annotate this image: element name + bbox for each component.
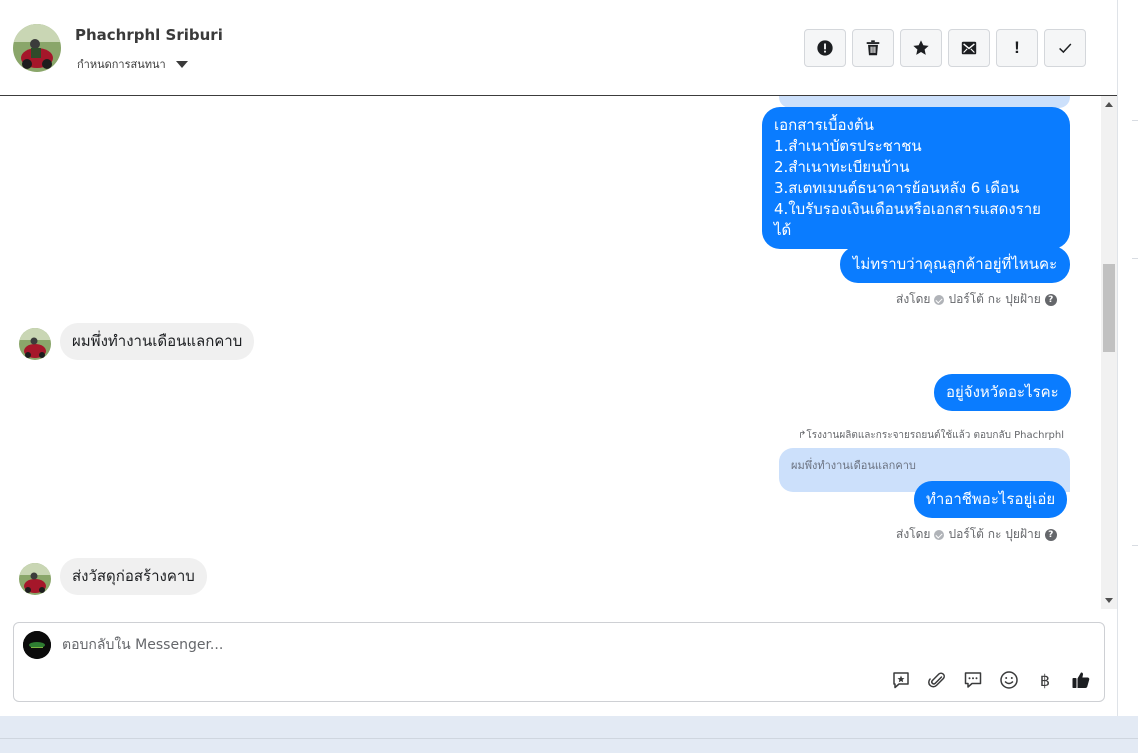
outgoing-message-documents[interactable]: เอกสารเบื้องต้น 1.สำเนาบัตรประชาชน 2.สำเ… (762, 107, 1070, 249)
sent-check-icon-2 (934, 529, 945, 540)
reply-context: ↱โรงงานผลิตและกระจายรถยนต์ใช้แล้ว ตอบกลั… (798, 428, 1064, 443)
scroll-thumb[interactable] (1103, 264, 1115, 352)
sent-by-prefix-2: ส่งโดย (896, 527, 931, 541)
emoji-button[interactable] (998, 669, 1020, 691)
outgoing-message-ask-province[interactable]: อยู่จังหวัดอะไรคะ (934, 374, 1071, 411)
emoji-icon (1000, 671, 1018, 689)
star-icon (913, 40, 929, 55)
composer-tools: ฿ (890, 669, 1092, 691)
incoming-message-2[interactable]: ส่งวัสดุก่อสร้างคาบ (60, 558, 207, 595)
mark-unread-icon (961, 41, 977, 55)
mark-done-button[interactable] (1044, 29, 1086, 67)
incoming-message[interactable]: ผมพึ่งทำงานเดือนแลกคาบ (60, 323, 255, 360)
contact-avatar-small (19, 328, 51, 360)
attachment-icon (928, 672, 945, 688)
scroll-down-arrow-icon[interactable] (1105, 598, 1113, 603)
caret-down-icon (175, 60, 188, 68)
sent-by-agent[interactable]: ปอร์โต้ กะ ปุยฝ้าย (948, 290, 1040, 309)
star-button[interactable] (900, 29, 942, 67)
divider (1132, 545, 1138, 546)
thumbs-up-icon (1072, 672, 1090, 688)
page-avatar (23, 631, 51, 659)
conversation-header: Phachrphl Sriburi กำหนดการสนทนา ! (0, 0, 1117, 96)
page-footer-area (0, 716, 1138, 753)
contact-avatar[interactable] (13, 24, 61, 72)
baht-icon: ฿ (1039, 670, 1051, 690)
divider (1132, 258, 1138, 259)
side-panel-edge (1117, 0, 1138, 716)
documents-line-3: 3.สเตทเมนต์ธนาคารย้อนหลัง 6 เดือน (774, 179, 1020, 197)
quick-reply-button[interactable] (962, 669, 984, 691)
scroll-up-arrow-icon[interactable] (1105, 102, 1113, 107)
chat-bubble-icon (964, 672, 982, 688)
divider (0, 738, 1138, 739)
documents-line-0: เอกสารเบื้องต้น (774, 116, 874, 134)
inbox-window: Phachrphl Sriburi กำหนดการสนทนา ! เอกสาร… (0, 0, 1117, 716)
saved-reply-button[interactable] (890, 669, 912, 691)
help-icon[interactable]: ? (1044, 293, 1057, 306)
mark-unread-button[interactable] (948, 29, 990, 67)
exclamation-icon: ! (1014, 38, 1020, 57)
sent-by-prefix: ส่งโดย (896, 292, 931, 306)
sent-by-meta-2: ส่งโดย ปอร์โต้ กะ ปุยฝ้าย ? (896, 525, 1057, 544)
report-spam-button[interactable] (804, 29, 846, 67)
documents-line-4: 4.ใบรับรองเงินเดือนหรือเอกสารแสดงรายได้ (774, 200, 1041, 239)
checkmark-icon (1059, 43, 1072, 54)
flag-important-button[interactable]: ! (996, 29, 1038, 67)
delete-button[interactable] (852, 29, 894, 67)
sent-by-meta: ส่งโดย ปอร์โต้ กะ ปุยฝ้าย ? (896, 290, 1057, 309)
reply-composer: ฿ (13, 622, 1105, 702)
contact-avatar-small-2 (19, 563, 51, 595)
help-icon-2[interactable]: ? (1044, 528, 1057, 541)
alert-circle-icon (817, 40, 833, 56)
saved-reply-icon (893, 672, 909, 689)
outgoing-message-ask-job[interactable]: ทำอาชีพอะไรอยู่เอ่ย (914, 481, 1068, 518)
payment-button[interactable]: ฿ (1034, 669, 1056, 691)
contact-name[interactable]: Phachrphl Sriburi (75, 26, 223, 44)
message-thread[interactable]: เอกสารเบื้องต้น 1.สำเนาบัตรประชาชน 2.สำเ… (0, 96, 1101, 609)
like-button[interactable] (1070, 669, 1092, 691)
attach-file-button[interactable] (926, 669, 948, 691)
sent-by-agent-2[interactable]: ปอร์โต้ กะ ปุยฝ้าย (948, 525, 1040, 544)
message-input[interactable] (62, 635, 962, 655)
outgoing-message-ask-location[interactable]: ไม่ทราบว่าคุณลูกค้าอยู่ที่ไหนคะ (840, 246, 1070, 283)
thread-scrollbar[interactable] (1101, 96, 1117, 609)
documents-line-1: 1.สำเนาบัตรประชาชน (774, 137, 922, 155)
conversation-toolbar: ! (804, 29, 1086, 67)
conversation-label-dropdown[interactable]: กำหนดการสนทนา (77, 55, 188, 73)
reply-context-text: โรงงานผลิตและกระจายรถยนต์ใช้แล้ว ตอบกลับ… (806, 430, 1065, 441)
divider (1132, 120, 1138, 121)
trash-icon (866, 40, 880, 56)
sent-check-icon (934, 294, 945, 305)
label-dropdown-text: กำหนดการสนทนา (77, 58, 166, 71)
documents-line-2: 2.สำเนาทะเบียนบ้าน (774, 158, 910, 176)
